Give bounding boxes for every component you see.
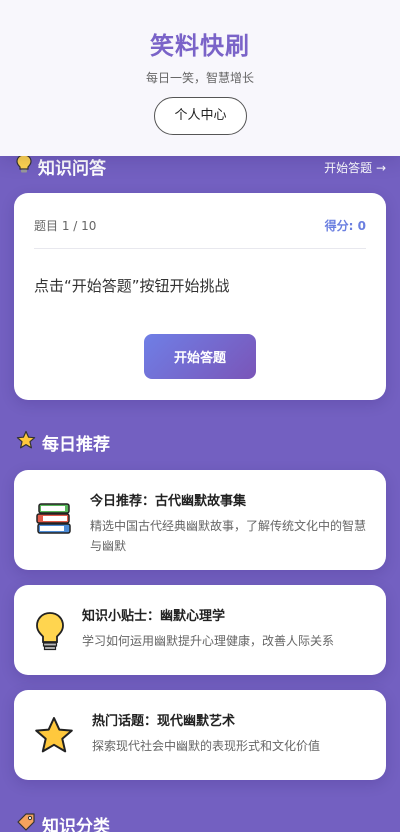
tag-icon [16,812,36,832]
question-text: 点击“开始答题”按钮开始挑战 [34,277,230,295]
profile-button[interactable]: 个人中心 [154,97,247,135]
start-quiz-link[interactable]: 开始答题 → [324,159,386,176]
recommend-section-title: 每日推荐 [16,430,110,455]
category-section-title: 知识分类 [16,812,110,832]
app-title: 笑料快刷 [150,32,250,60]
app-header: 笑料快刷 每日一笑，智慧增长 个人中心 [0,0,400,156]
recommend-title: 知识小贴士：幽默心理学 [82,609,226,624]
lightbulb-icon [34,611,74,651]
recommend-desc: 学习如何运用幽默提升心理健康，改善人际关系 [82,634,335,648]
section-label: 知识分类 [42,816,110,832]
question-counter: 题目 1 / 10 [34,219,97,233]
section-label: 每日推荐 [42,434,110,455]
star-icon [16,430,36,455]
books-icon [34,498,74,538]
app-subtitle: 每日一笑，智慧增长 [145,71,254,85]
recommend-card-3[interactable]: 热门话题：现代幽默艺术 探索现代社会中幽默的表现形式和文化价值 [14,690,386,780]
quiz-card: 题目 1 / 10 得分: 0 点击“开始答题”按钮开始挑战 开始答题 [14,193,386,400]
recommend-title: 热门话题：现代幽默艺术 [92,714,236,729]
star-icon [34,716,74,756]
recommend-title: 今日推荐：古代幽默故事集 [90,494,247,509]
recommend-desc: 精选中国古代经典幽默故事，了解传统文化中的智慧与幽默 [90,519,367,553]
lightbulb-icon [16,153,32,179]
divider [34,248,366,249]
quiz-section-title: 知识问答 [16,153,106,179]
recommend-desc: 探索现代社会中幽默的表现形式和文化价值 [92,739,321,753]
recommend-card-2[interactable]: 知识小贴士：幽默心理学 学习如何运用幽默提升心理健康，改善人际关系 [14,585,386,675]
start-quiz-button[interactable]: 开始答题 [144,334,256,379]
section-label: 知识问答 [38,158,106,179]
score-label: 得分: 0 [324,219,366,233]
recommend-card-1[interactable]: 今日推荐：古代幽默故事集 精选中国古代经典幽默故事，了解传统文化中的智慧与幽默 [14,470,386,570]
